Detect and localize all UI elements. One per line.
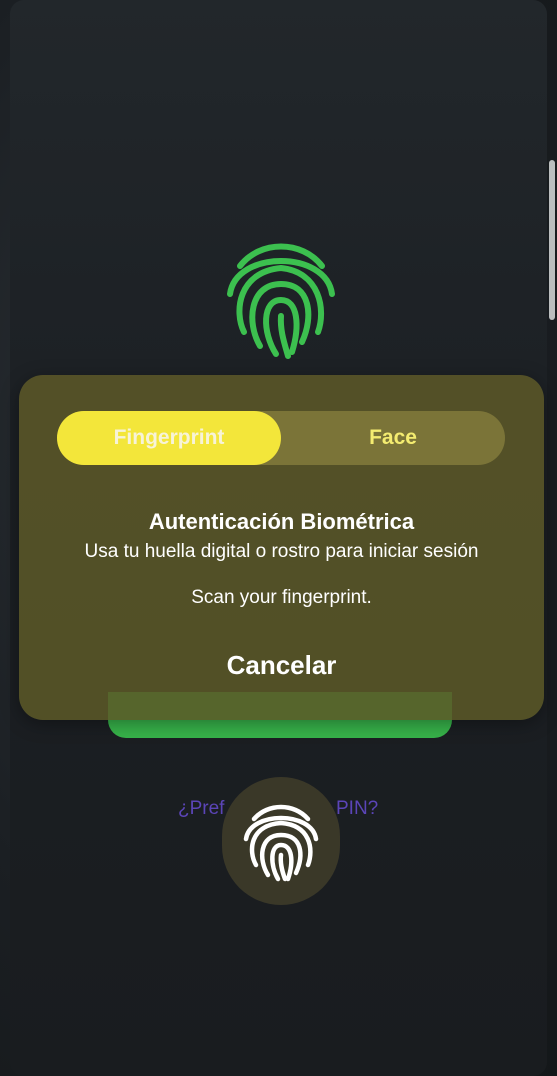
scan-status: Scan your fingerprint.	[191, 587, 372, 608]
dialog-subtitle: Usa tu huella digital o rostro para inic…	[84, 541, 479, 562]
fingerprint-icon	[243, 804, 319, 882]
tab-fingerprint[interactable]: Fingerprint	[57, 411, 281, 465]
biometric-dialog: Fingerprint Face Autenticación Biométric…	[19, 375, 544, 720]
scroll-indicator	[549, 160, 555, 320]
pin-link-text-right: PIN?	[336, 798, 379, 819]
dialog-title: Autenticación Biométrica	[148, 509, 415, 534]
cancel-button[interactable]: Cancelar	[199, 645, 364, 685]
tab-face[interactable]: Face	[281, 411, 505, 465]
pin-link-text-left: ¿Pref	[178, 798, 225, 819]
fingerprint-sensor[interactable]	[222, 777, 340, 905]
auth-method-tabs: Fingerprint Face	[57, 411, 505, 465]
fingerprint-icon	[222, 232, 340, 362]
